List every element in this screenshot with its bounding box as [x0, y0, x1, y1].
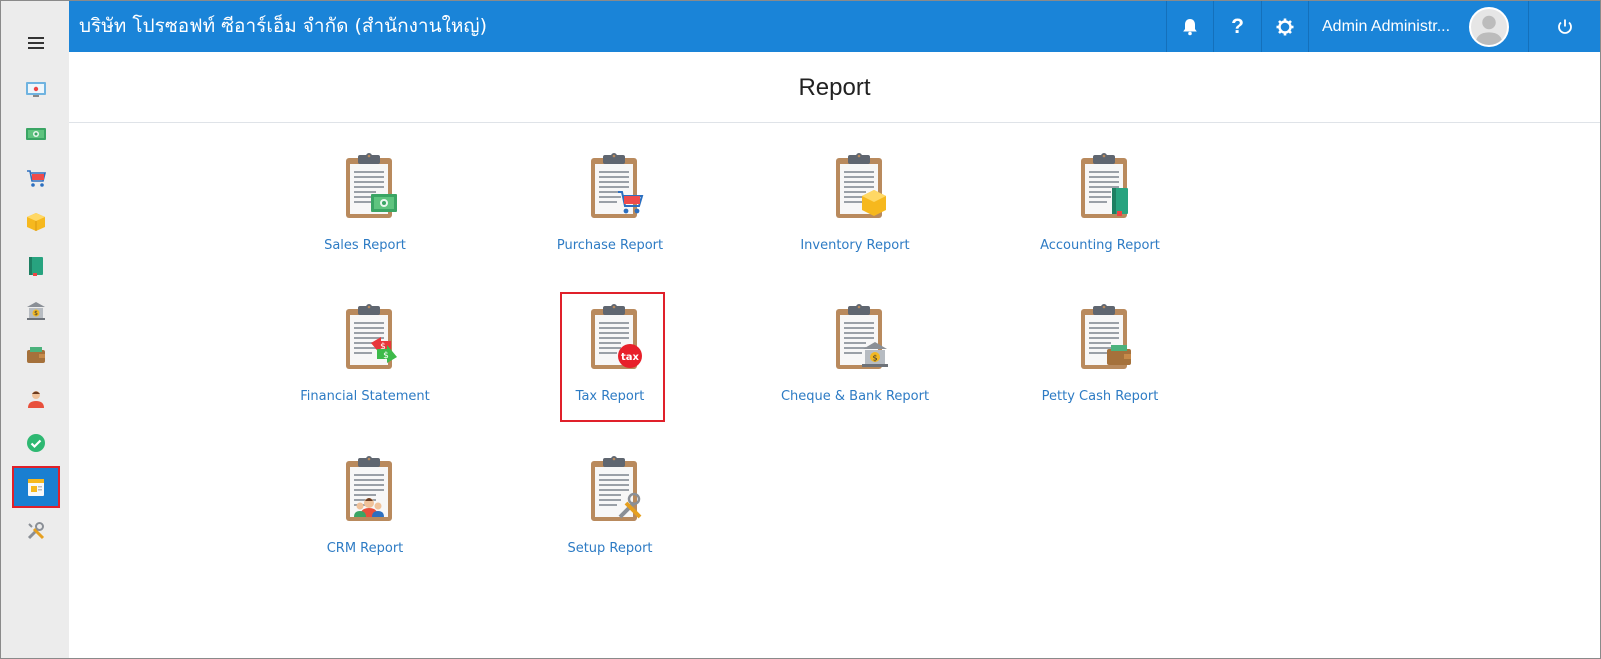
svg-text:$: $ [34, 310, 38, 317]
page-title: Report [69, 52, 1600, 123]
crm-report-icon [346, 456, 392, 521]
logout-button[interactable] [1528, 1, 1600, 52]
report-label[interactable]: Financial Statement [245, 389, 485, 404]
cart-icon [27, 170, 47, 187]
report-tile-petty-cash-report[interactable]: Petty Cash Report [980, 303, 1220, 433]
svg-text:$: $ [383, 351, 389, 361]
book-icon [29, 257, 43, 276]
sales-report-icon [346, 153, 397, 218]
report-label[interactable]: Inventory Report [735, 238, 975, 253]
people-icon [28, 391, 44, 408]
sidebar-item-dashboard[interactable] [12, 68, 60, 110]
inventory-report-icon [836, 153, 886, 218]
report-label[interactable]: CRM Report [245, 541, 485, 556]
sidebar-item-crm[interactable] [12, 378, 60, 420]
user-name[interactable]: Admin Administr... [1322, 1, 1450, 52]
avatar[interactable] [1469, 7, 1509, 47]
sidebar-item-accounting[interactable] [12, 245, 60, 287]
sidebar-item-inventory[interactable] [12, 201, 60, 243]
report-tile-cheque-bank-report[interactable]: $ Cheque & Bank Report [735, 303, 975, 433]
help-icon: ? [1231, 14, 1244, 38]
notifications-button[interactable] [1166, 1, 1213, 52]
report-label[interactable]: Purchase Report [490, 238, 730, 253]
financial-statement-icon: $$ [346, 304, 397, 369]
settings-button[interactable] [1261, 1, 1308, 52]
company-name: บริษัท โปรซอฟท์ ซีอาร์เอ็ม จำกัด (สำนักง… [79, 15, 487, 37]
report-tile-purchase-report[interactable]: Purchase Report [490, 152, 730, 282]
report-label[interactable]: Accounting Report [980, 238, 1220, 253]
report-tile-inventory-report[interactable]: Inventory Report [735, 152, 975, 282]
sidebar-item-bank[interactable]: $ [12, 290, 60, 332]
sidebar-item-setup[interactable] [12, 510, 60, 552]
money-icon [26, 128, 46, 140]
report-tile-sales-report[interactable]: Sales Report [245, 152, 485, 282]
sidebar-item-petty-cash[interactable] [12, 334, 60, 376]
report-icon [28, 479, 44, 496]
setup-report-icon [591, 456, 642, 521]
svg-text:$: $ [872, 354, 877, 363]
sidebar-item-sales[interactable] [12, 113, 60, 155]
petty-cash-report-icon [1081, 304, 1131, 369]
tools-icon [27, 522, 45, 540]
sidebar-item-report[interactable] [12, 466, 60, 508]
accounting-report-icon [1081, 153, 1128, 218]
report-label[interactable]: Petty Cash Report [980, 389, 1220, 404]
sidebar: $ [1, 1, 69, 658]
menu-icon[interactable] [28, 37, 44, 49]
box-icon [27, 213, 45, 231]
bank-icon: $ [27, 302, 45, 320]
report-label[interactable]: Cheque & Bank Report [735, 389, 975, 404]
report-tile-crm-report[interactable]: CRM Report [245, 455, 485, 585]
report-label[interactable]: Setup Report [490, 541, 730, 556]
help-button[interactable]: ? [1213, 1, 1261, 52]
report-tile-financial-statement[interactable]: $ $ Financial Statement [245, 303, 485, 433]
wallet-icon [27, 347, 45, 363]
report-label[interactable]: Sales Report [245, 238, 485, 253]
check-icon [27, 434, 45, 452]
report-tile-accounting-report[interactable]: Accounting Report [980, 152, 1220, 282]
sidebar-item-purchase[interactable] [12, 157, 60, 199]
report-tile-setup-report[interactable]: Setup Report [490, 455, 730, 585]
power-icon [1557, 19, 1572, 34]
cheque-bank-report-icon: $ [836, 304, 888, 369]
sidebar-item-approve[interactable] [12, 422, 60, 464]
gear-icon [1276, 18, 1294, 35]
selected-report-highlight [560, 292, 665, 422]
user-avatar-icon [1475, 15, 1503, 45]
top-bar: บริษัท โปรซอฟท์ ซีอาร์เอ็ม จำกัด (สำนักง… [69, 1, 1600, 52]
bell-icon [1183, 18, 1197, 35]
dashboard-icon [26, 82, 46, 97]
purchase-report-icon [591, 153, 644, 218]
